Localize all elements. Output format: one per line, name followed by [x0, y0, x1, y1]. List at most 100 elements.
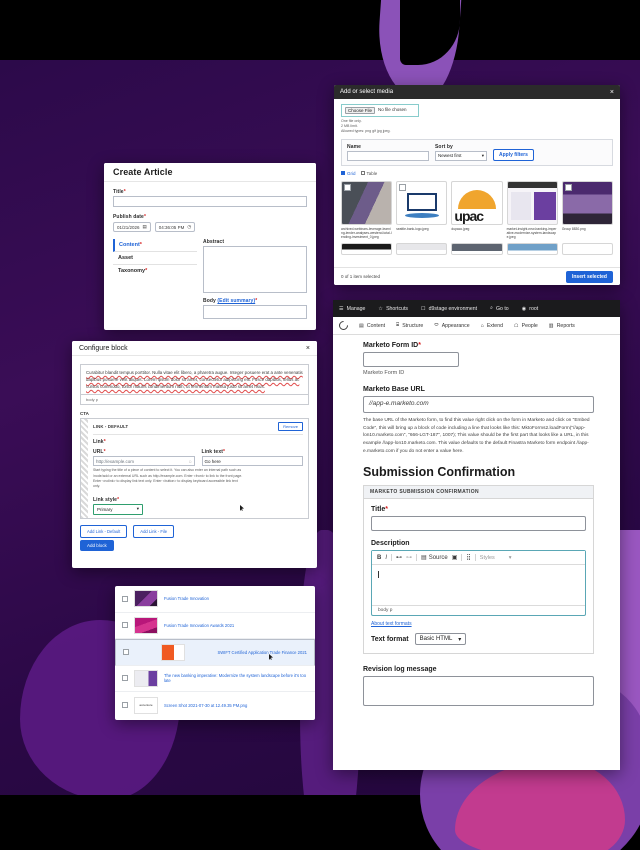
list-item[interactable]: Fusion Trade Innovation [115, 586, 315, 613]
abstract-textarea[interactable] [203, 246, 307, 293]
add-block-button[interactable]: Add block [80, 539, 114, 551]
sort-by-group: Sort by Newest first ▾ [435, 144, 487, 161]
tab-appearance[interactable]: ⬭ Appearance [434, 322, 469, 329]
link-style-select[interactable]: Primary ▾ [93, 503, 143, 515]
row-thumbnail [161, 643, 186, 661]
url-label: URL* [93, 449, 106, 456]
content-icon: ▤ [359, 322, 364, 329]
tab-asset[interactable]: Asset [113, 252, 197, 265]
tab-taxonomy[interactable]: Taxonomy* [113, 265, 197, 277]
tab-reports[interactable]: ▥ Reports [549, 323, 575, 329]
list-icon[interactable]: ⣿ [466, 554, 470, 561]
apply-filters-button[interactable]: Apply filters [493, 148, 534, 161]
media-checkbox[interactable] [564, 183, 572, 191]
ckeditor-body[interactable] [372, 565, 585, 606]
italic-button[interactable]: I [385, 555, 387, 561]
row-thumbnail [134, 616, 158, 634]
remove-button[interactable]: Remove [278, 422, 303, 432]
revision-log-textarea[interactable] [363, 676, 594, 707]
tab-content[interactable]: Content* [113, 239, 197, 252]
row-name[interactable]: Fusion Trade Innovation Awards 2021 [164, 623, 234, 628]
list-item[interactable]: The new banking imperative: Modernize th… [115, 666, 315, 692]
row-checkbox[interactable] [122, 622, 128, 629]
row-checkbox[interactable] [122, 595, 128, 602]
edit-summary-link[interactable]: (Edit summary) [217, 298, 255, 304]
text-format-label: Text format [371, 635, 409, 643]
list-item[interactable]: accenture Screen Shot 2021-07-30 at 12.4… [115, 692, 315, 719]
toolbar-item-manage[interactable]: ☰ Manage [339, 306, 365, 312]
row-checkbox[interactable] [123, 649, 129, 656]
drupal-toolbar: ☰ Manage ☆ Shortcuts ☐ d9stage environment … [333, 300, 620, 317]
close-icon[interactable]: × [610, 89, 614, 96]
media-item[interactable]: seattle-bank-logo.jpeg [396, 180, 448, 240]
sort-by-select[interactable]: Newest first ▾ [435, 150, 487, 161]
drag-handle[interactable] [81, 419, 88, 518]
row-name[interactable]: Screen Shot 2021-07-30 at 12.49.35 PM.pn… [164, 703, 247, 708]
paste-icon[interactable]: ▣ [452, 554, 458, 561]
row-name[interactable]: The new banking imperative: Modernize th… [164, 673, 308, 684]
styles-dropdown[interactable]: Styles ▾ [480, 555, 512, 561]
tab-extend[interactable]: ⌂ Extend [481, 323, 503, 329]
link-text-input[interactable]: Go here [201, 456, 303, 467]
row-name[interactable]: Fusion Trade Innovation [164, 596, 209, 601]
appearance-icon: ⬭ [434, 322, 439, 328]
media-checkbox[interactable] [399, 183, 407, 191]
media-checkbox[interactable] [344, 183, 351, 191]
url-input[interactable]: http://example.com ◌ [93, 456, 195, 467]
marketo-base-url-input[interactable]: //app-e.marketo.com [363, 396, 594, 413]
media-thumbnail[interactable] [506, 242, 558, 255]
media-item[interactable]: Group 8830.png [561, 180, 614, 240]
media-thumbnail[interactable] [396, 242, 448, 255]
row-checkbox[interactable] [122, 675, 128, 682]
name-filter-label: Name [347, 143, 362, 150]
block-body-editor[interactable]: Curabitur blandit tempus porttitor. Null… [80, 364, 309, 396]
title-input[interactable] [113, 196, 307, 207]
toolbar-item-user[interactable]: ◉ root [522, 306, 538, 312]
add-link-file-button[interactable]: Add Link - File [133, 524, 175, 538]
bold-button[interactable]: B [377, 555, 381, 561]
row-checkbox[interactable] [122, 702, 128, 709]
drupal-form-content: Marketo Form ID* Marketo Form ID Marketo… [333, 335, 620, 770]
media-thumbnail[interactable] [561, 242, 614, 255]
tab-people[interactable]: ☖ People [514, 323, 538, 329]
list-item[interactable]: Fusion Trade Innovation Awards 2021 [115, 613, 315, 639]
close-icon[interactable]: × [306, 345, 310, 352]
time-input[interactable]: 04:36:05 PM ◷ [154, 222, 196, 232]
structure-icon: ⌸ [396, 322, 400, 328]
row-name[interactable]: SWIFT Certified Application Trade Financ… [217, 650, 307, 655]
about-text-formats-link[interactable]: About text formats [371, 621, 412, 627]
toolbar-item-shortcuts[interactable]: ☆ Shortcuts [378, 306, 408, 312]
view-grid-button[interactable]: Grid [341, 171, 356, 176]
date-input[interactable]: 01/21/2026 ▤ [113, 222, 151, 232]
reports-icon: ▥ [548, 322, 554, 329]
toolbar-item-goto[interactable]: ⌕ Go to [490, 305, 509, 312]
ckeditor-toolbar: B I ⊷ ⊶ ▤ Source ▣ ⣿ Styles ▾ [372, 551, 585, 566]
name-filter-input[interactable] [347, 150, 429, 161]
text-format-select[interactable]: Basic HTML ▾ [414, 633, 467, 646]
add-link-default-button[interactable]: Add Link - Default [80, 524, 128, 538]
body-scroll-clip [80, 361, 309, 364]
toolbar-item-environment[interactable]: ☐ d9stage environment [421, 306, 477, 312]
source-button[interactable]: ▤ Source [421, 554, 448, 562]
file-upload-row[interactable]: Choose File No file chosen [341, 104, 419, 117]
choose-file-button[interactable]: Choose File [345, 107, 376, 114]
list-item[interactable]: SWIFT Certified Application Trade Financ… [115, 639, 315, 666]
media-item[interactable]: upac dupaco.jpeg [451, 180, 503, 240]
submission-title-input[interactable] [371, 516, 586, 532]
media-caption: seattle-bank-logo.jpeg [396, 226, 429, 231]
ckeditor-path: body p [372, 605, 585, 615]
view-table-button[interactable]: Table [360, 171, 377, 176]
link-icon[interactable]: ⊷ [396, 554, 402, 561]
drupal-admin-tabs: ▤ Content ⌸ Structure ⬭ Appearance ⌂ Extend … [333, 317, 620, 335]
body-textarea[interactable] [203, 305, 307, 319]
tab-structure[interactable]: ⌸ Structure [396, 322, 423, 329]
media-thumbnail[interactable] [341, 242, 393, 255]
media-item[interactable]: market-insight-new-banking-imperative-mo… [506, 180, 558, 240]
table-icon [360, 171, 365, 176]
media-item[interactable]: archived-webinars-leverage-learning-lend… [341, 180, 393, 240]
tab-content[interactable]: ▤ Content [359, 323, 385, 329]
unlink-icon[interactable]: ⊶ [406, 554, 412, 561]
marketo-form-id-input[interactable] [363, 352, 459, 367]
insert-selected-button[interactable]: Insert selected [565, 270, 613, 283]
media-thumbnail[interactable] [451, 242, 503, 255]
